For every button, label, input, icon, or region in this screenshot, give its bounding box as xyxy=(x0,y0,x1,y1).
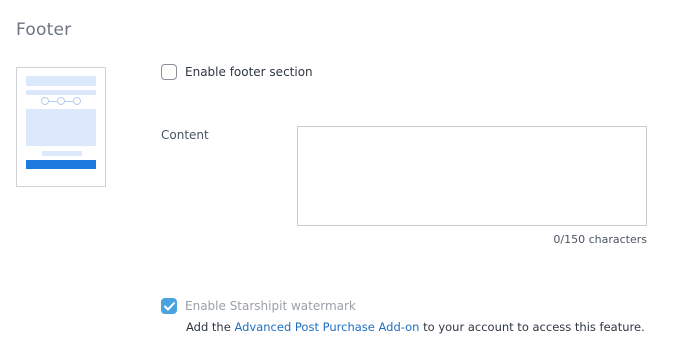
watermark-label: Enable Starshipit watermark xyxy=(185,299,356,313)
content-textarea[interactable] xyxy=(297,126,647,226)
character-counter: 0/150 characters xyxy=(553,233,647,246)
preview-step-dot xyxy=(57,97,65,105)
content-label: Content xyxy=(161,128,209,142)
footer-preview-thumbnail xyxy=(16,67,106,187)
addon-note-suffix: to your account to access this feature. xyxy=(419,320,645,334)
enable-footer-label: Enable footer section xyxy=(185,65,313,79)
preview-step-dot xyxy=(73,97,81,105)
checkmark-icon xyxy=(163,301,175,310)
addon-note: Add the Advanced Post Purchase Add-on to… xyxy=(186,320,645,334)
preview-header-block xyxy=(26,76,96,86)
preview-footer-bar xyxy=(26,160,96,169)
preview-progress-steps xyxy=(41,97,81,105)
enable-footer-checkbox[interactable] xyxy=(161,64,177,80)
preview-text-line xyxy=(42,151,82,156)
watermark-checkbox[interactable] xyxy=(161,298,177,314)
section-title: Footer xyxy=(16,20,72,40)
watermark-option[interactable]: Enable Starshipit watermark xyxy=(161,298,356,314)
enable-footer-option[interactable]: Enable footer section xyxy=(161,64,313,80)
addon-link[interactable]: Advanced Post Purchase Add-on xyxy=(234,320,419,334)
preview-content-block xyxy=(26,126,96,146)
preview-step-dot xyxy=(41,97,49,105)
preview-subheader-block xyxy=(26,90,96,95)
footer-settings-panel: Footer Enable footer section Content 0/1… xyxy=(0,0,695,347)
addon-note-prefix: Add the xyxy=(186,320,235,334)
